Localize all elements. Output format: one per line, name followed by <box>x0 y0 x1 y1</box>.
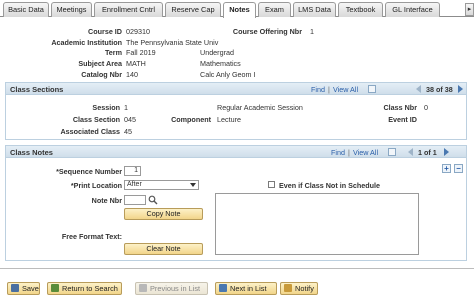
tab-basic-data[interactable]: Basic Data <box>3 2 49 17</box>
course-offering-value: 1 <box>310 27 314 36</box>
save-icon <box>11 284 19 292</box>
next-in-list-button[interactable]: Next in List <box>215 282 277 295</box>
even-if-not-in-schedule-label: Even if Class Not in Schedule <box>279 181 381 190</box>
lookup-search-icon[interactable] <box>148 195 158 205</box>
next-label: Next in List <box>230 284 267 293</box>
even-if-not-in-schedule-checkbox[interactable] <box>268 181 275 188</box>
note-nbr-label: Note Nbr <box>91 196 122 205</box>
class-notes-find-link[interactable]: Find <box>331 148 345 157</box>
class-section-label: Class Section <box>72 115 120 124</box>
print-location-label: *Print Location <box>70 181 122 190</box>
notify-label: Notify <box>295 284 314 293</box>
class-notes-first-icon <box>408 148 413 156</box>
class-sections-title: Class Sections <box>10 85 64 94</box>
previous-label: Previous in List <box>150 284 201 293</box>
component-value: Lecture <box>217 115 241 124</box>
catalog-nbr-value: 140 <box>126 70 138 79</box>
class-sections-find-link[interactable]: Find <box>311 85 325 94</box>
subject-area-label: Subject Area <box>78 59 122 68</box>
print-location-value: After <box>127 181 142 188</box>
tab-bar: Basic Data Meetings Enrollment Cntrl Res… <box>0 0 474 18</box>
class-sections-header: Class Sections Find | View All 38 of 38 <box>6 83 466 95</box>
component-label: Component <box>171 115 211 124</box>
catalog-nbr-label: Catalog Nbr <box>81 70 122 79</box>
class-section-value: 045 <box>124 115 136 124</box>
previous-icon <box>139 284 147 292</box>
tab-gl-interface[interactable]: GL Interface <box>385 2 440 17</box>
class-sections-separator: | <box>328 85 330 94</box>
print-location-select[interactable]: After <box>124 180 199 190</box>
sequence-number-label: *Sequence Number <box>56 167 122 176</box>
term-label: Term <box>104 48 122 57</box>
class-notes-view-all-link[interactable]: View All <box>353 148 378 157</box>
academic-institution-value: The Pennsylvania State Univ <box>126 38 219 47</box>
add-row-icon[interactable]: + <box>442 164 451 173</box>
class-notes-count: 1 of 1 <box>418 148 437 157</box>
note-text-area[interactable] <box>215 193 419 255</box>
tab-scroll-right-icon[interactable]: ▸ <box>465 3 474 16</box>
career-value: Undergrad <box>200 48 234 57</box>
course-id-label: Course ID <box>88 27 122 36</box>
subject-area-value: MATH <box>126 59 146 68</box>
class-sections-last-icon[interactable] <box>458 85 463 93</box>
return-label: Return to Search <box>62 284 118 293</box>
session-desc: Regular Academic Session <box>217 103 303 112</box>
course-id-value: 029310 <box>126 27 150 36</box>
class-notes-header: Class Notes Find | View All 1 of 1 <box>6 146 466 158</box>
tab-enrollment-cntrl[interactable]: Enrollment Cntrl <box>94 2 163 17</box>
class-sections-view-all-link[interactable]: View All <box>333 85 358 94</box>
associated-class-value: 45 <box>124 127 132 136</box>
session-label: Session <box>92 103 120 112</box>
chevron-down-icon <box>190 183 196 187</box>
sequence-number-input[interactable]: 1 <box>124 166 141 176</box>
footer-divider <box>0 268 474 269</box>
class-notes-last-icon <box>444 148 449 156</box>
save-label: Save <box>22 284 39 293</box>
class-sections-grid-icon[interactable] <box>368 85 376 93</box>
class-notes-grid-icon[interactable] <box>388 148 396 156</box>
note-nbr-input[interactable] <box>124 195 146 205</box>
class-notes-title: Class Notes <box>10 148 53 157</box>
class-notes-separator: | <box>348 148 350 157</box>
class-nbr-label: Class Nbr <box>383 103 417 112</box>
notify-button[interactable]: Notify <box>280 282 318 295</box>
tab-textbook[interactable]: Textbook <box>338 2 383 17</box>
tab-notes[interactable]: Notes <box>223 2 256 18</box>
notify-icon <box>284 284 292 292</box>
term-value: Fall 2019 <box>126 48 156 57</box>
next-icon <box>219 284 227 292</box>
save-button[interactable]: Save <box>7 282 40 295</box>
previous-in-list-button[interactable]: Previous in List <box>135 282 208 295</box>
tab-meetings[interactable]: Meetings <box>51 2 92 17</box>
subject-area-desc: Mathematics <box>200 59 241 68</box>
class-notes-group: Class Notes Find | View All 1 of 1 + − *… <box>5 145 467 261</box>
course-offering-label: Course Offering Nbr <box>232 27 302 36</box>
class-sections-first-icon <box>416 85 421 93</box>
session-value: 1 <box>124 103 128 112</box>
tab-reserve-cap[interactable]: Reserve Cap <box>165 2 221 17</box>
copy-note-button[interactable]: Copy Note <box>124 208 203 220</box>
class-sections-count: 38 of 38 <box>426 85 453 94</box>
associated-class-label: Associated Class <box>60 127 120 136</box>
delete-row-icon[interactable]: − <box>454 164 463 173</box>
class-sections-group: Class Sections Find | View All 38 of 38 … <box>5 82 467 140</box>
catalog-desc: Calc Anly Geom I <box>200 70 256 79</box>
free-format-text-label: Free Format Text: <box>61 232 122 241</box>
clear-note-button[interactable]: Clear Note <box>124 243 203 255</box>
tab-lms-data[interactable]: LMS Data <box>293 2 336 17</box>
class-nbr-value: 0 <box>424 103 428 112</box>
tab-exam[interactable]: Exam <box>258 2 291 17</box>
academic-institution-label: Academic Institution <box>51 38 122 47</box>
return-icon <box>51 284 59 292</box>
return-to-search-button[interactable]: Return to Search <box>47 282 122 295</box>
event-id-label: Event ID <box>388 115 417 124</box>
